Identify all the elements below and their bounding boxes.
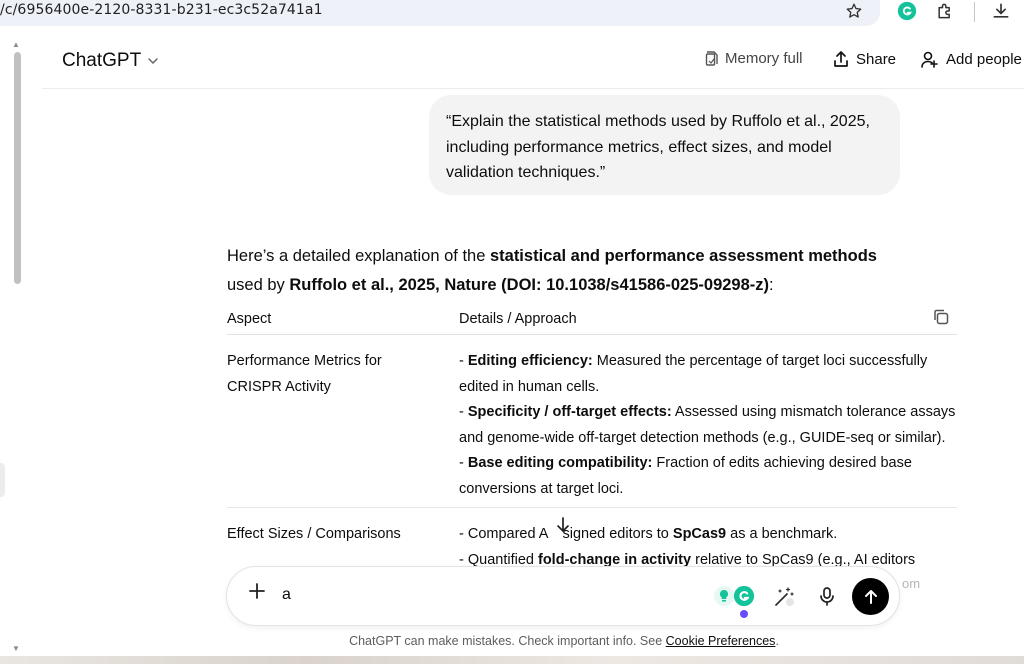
magic-wand-icon[interactable] bbox=[772, 585, 794, 607]
table-row: Performance Metrics for CRISPR Activity … bbox=[227, 335, 957, 508]
taskbar-strip bbox=[0, 656, 1024, 664]
toolbar-divider bbox=[974, 2, 975, 22]
methods-table: Aspect Details / Approach Performance Me… bbox=[227, 305, 957, 588]
arrow-up-icon bbox=[864, 589, 877, 604]
disclaimer: ChatGPT can make mistakes. Check importa… bbox=[0, 634, 1024, 648]
chevron-down-icon bbox=[147, 55, 159, 70]
add-person-icon bbox=[920, 50, 940, 68]
table-cell-details: - Editing efficiency: Measured the perce… bbox=[459, 349, 959, 502]
message-composer[interactable]: a bbox=[226, 566, 900, 626]
sidebar-handle[interactable] bbox=[0, 463, 5, 497]
header-divider bbox=[42, 88, 1024, 89]
microphone-icon[interactable] bbox=[816, 585, 838, 607]
table-cell-aspect: Effect Sizes / Comparisons bbox=[227, 526, 401, 542]
item-term: Specificity / off-target effects: bbox=[467, 404, 672, 420]
item-text: signed editors to bbox=[562, 526, 673, 542]
user-message-text: “Explain the statistical methods used by… bbox=[446, 113, 870, 181]
assistant-intro: Here’s a detailed explanation of the sta… bbox=[227, 242, 967, 300]
item-term: Editing efficiency: bbox=[467, 353, 593, 369]
browser-toolbar: /c/6956400e-2120-8331-b231-ec3c52a741a1 bbox=[0, 0, 1024, 32]
status-dot bbox=[740, 610, 748, 618]
share-icon bbox=[832, 50, 850, 68]
scroll-up-arrow-icon[interactable]: ▲ bbox=[12, 40, 20, 49]
lightbulb-icon[interactable] bbox=[713, 585, 735, 607]
intro-bold-text: statistical and performance assessment m… bbox=[489, 247, 877, 265]
model-name: ChatGPT bbox=[62, 50, 142, 71]
table-header-row: Aspect Details / Approach bbox=[227, 305, 957, 335]
table-cell-aspect: Performance Metrics for CRISPR Activity bbox=[227, 353, 382, 395]
cookie-preferences-link[interactable]: Cookie Preferences bbox=[666, 634, 776, 648]
intro-colon: : bbox=[769, 276, 774, 294]
share-button[interactable]: Share bbox=[832, 50, 896, 68]
memory-full-label: Memory full bbox=[725, 50, 803, 67]
list-item: - Base editing compatibility: Fraction o… bbox=[459, 455, 912, 497]
column-header-details: Details / Approach bbox=[459, 311, 577, 327]
add-people-label: Add people bbox=[946, 50, 1022, 68]
extensions-icon[interactable] bbox=[933, 0, 957, 22]
disclaimer-text: ChatGPT can make mistakes. Check importa… bbox=[349, 634, 666, 648]
plus-icon[interactable] bbox=[247, 581, 269, 603]
intro-text: Here’s a detailed explanation of the bbox=[227, 247, 490, 265]
memory-full-button[interactable]: Memory full bbox=[705, 50, 803, 67]
message-input[interactable]: a bbox=[282, 586, 291, 604]
item-text: as a benchmark. bbox=[726, 526, 838, 542]
intro-text-2: used by bbox=[227, 276, 290, 294]
send-button[interactable] bbox=[852, 578, 889, 615]
item-text: - Compared A bbox=[459, 526, 549, 542]
scroll-to-bottom-button[interactable] bbox=[548, 510, 578, 540]
disclaimer-end: . bbox=[775, 634, 779, 648]
arrow-down-icon bbox=[557, 517, 569, 532]
star-icon[interactable] bbox=[842, 0, 866, 22]
memory-icon bbox=[705, 50, 719, 67]
column-header-aspect: Aspect bbox=[227, 311, 272, 327]
copy-icon[interactable] bbox=[931, 307, 951, 327]
download-icon[interactable] bbox=[989, 0, 1013, 22]
list-item: - Specificity / off-target effects: Asse… bbox=[459, 404, 956, 446]
scrollbar-thumb[interactable] bbox=[14, 52, 21, 284]
item-term: Base editing compatibility: bbox=[467, 455, 653, 471]
add-people-button[interactable]: Add people bbox=[920, 50, 1022, 68]
citation-text: Ruffolo et al., 2025, Nature (DOI: 10.10… bbox=[289, 276, 770, 294]
grammarly-icon[interactable] bbox=[895, 0, 919, 22]
share-label: Share bbox=[856, 50, 897, 68]
list-item: - Editing efficiency: Measured the perce… bbox=[459, 353, 928, 395]
list-item: - Compared A signed editors to SpCas9 as … bbox=[459, 522, 959, 548]
user-message-bubble: “Explain the statistical methods used by… bbox=[429, 95, 900, 195]
url-text[interactable]: /c/6956400e-2120-8331-b231-ec3c52a741a1 bbox=[0, 2, 323, 18]
item-term: SpCas9 bbox=[672, 526, 727, 542]
overflow-text-fragment: om bbox=[902, 576, 921, 591]
address-bar[interactable]: /c/6956400e-2120-8331-b231-ec3c52a741a1 bbox=[0, 0, 880, 26]
model-selector[interactable]: ChatGPT bbox=[62, 50, 159, 72]
grammarly-icon[interactable] bbox=[733, 585, 755, 607]
